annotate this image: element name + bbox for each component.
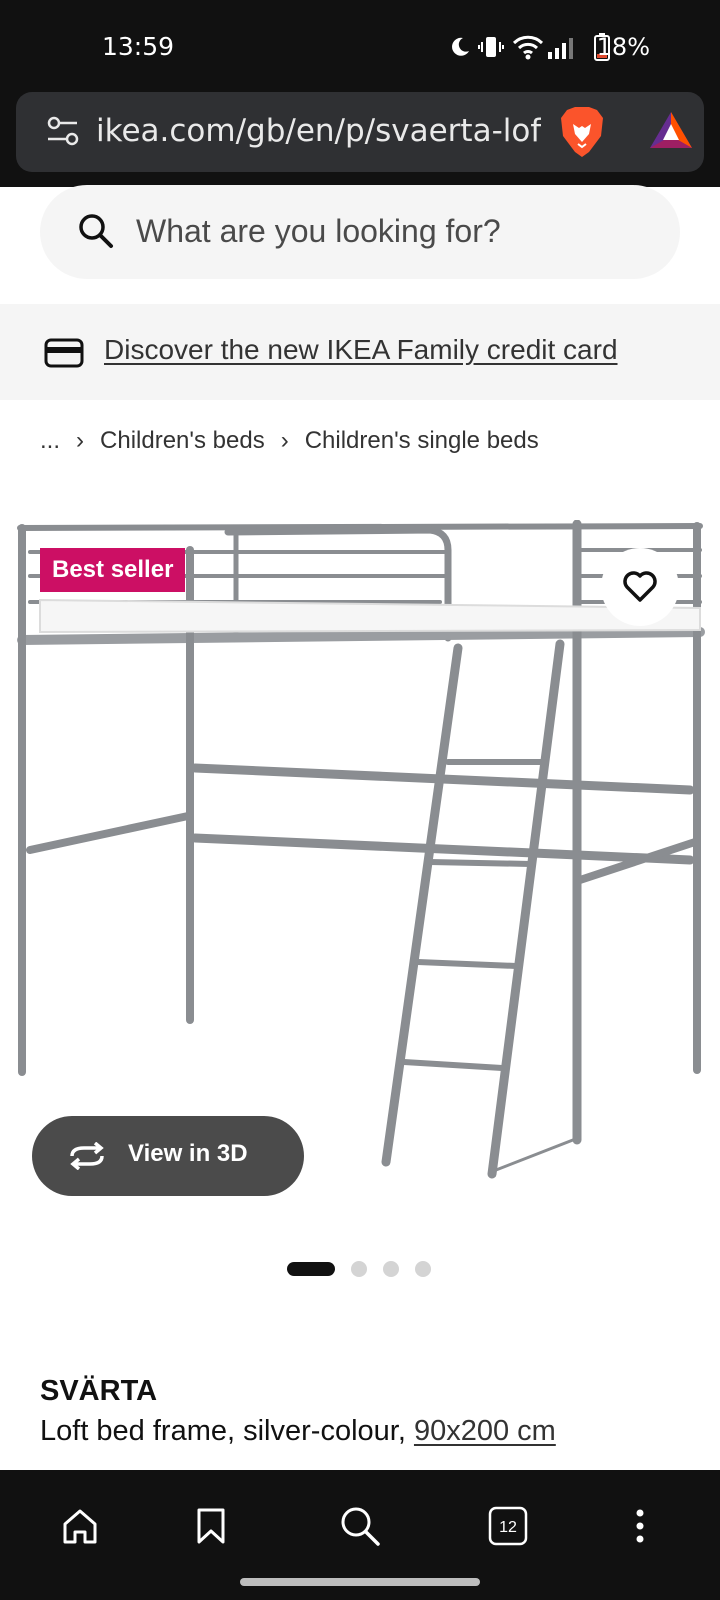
tabs-icon: 12 <box>488 1506 528 1546</box>
image-pagination <box>287 1261 447 1277</box>
breadcrumb-ellipsis[interactable]: ... <box>40 427 60 455</box>
more-icon <box>636 1509 644 1543</box>
favourite-button[interactable] <box>601 548 679 626</box>
vibrate-icon <box>478 37 504 57</box>
heart-icon <box>623 571 657 602</box>
more-menu-button[interactable] <box>612 1498 668 1554</box>
moon-icon <box>452 37 469 56</box>
url-text[interactable]: ikea.com/gb/en/p/svaerta-loft-b <box>96 113 541 149</box>
breadcrumb: ... › Children's beds › Children's singl… <box>40 427 539 455</box>
battery-percent: 18% <box>596 33 650 61</box>
search-button[interactable] <box>332 1498 388 1554</box>
chevron-right-icon: › <box>76 427 85 454</box>
search-input[interactable]: What are you looking for? <box>40 185 680 279</box>
pagination-dot[interactable] <box>415 1261 431 1277</box>
search-icon <box>79 214 113 248</box>
promo-banner: Discover the new IKEA Family credit card <box>0 304 720 400</box>
home-icon <box>63 1509 97 1544</box>
gesture-home-indicator[interactable] <box>240 1578 480 1586</box>
view-in-3d-label: View in 3D <box>128 1140 248 1167</box>
chevron-right-icon: › <box>280 427 289 454</box>
search-icon <box>341 1507 380 1546</box>
view-in-3d-button[interactable]: View in 3D <box>32 1116 304 1196</box>
status-bar: 13:59 18% <box>0 0 720 92</box>
credit-card-icon <box>44 338 84 368</box>
breadcrumb-childrens-beds[interactable]: Children's beds <box>100 427 265 455</box>
product-description-text: Loft bed frame, silver-colour, <box>40 1415 414 1447</box>
bookmark-icon <box>197 1508 225 1544</box>
search-placeholder: What are you looking for? <box>136 213 501 249</box>
pagination-dot[interactable] <box>383 1261 399 1277</box>
pagination-dot[interactable] <box>351 1261 367 1277</box>
wifi-icon <box>512 35 544 60</box>
signal-icon <box>548 38 573 59</box>
brave-lion-icon[interactable] <box>559 106 605 158</box>
product-description: Loft bed frame, silver-colour, 90x200 cm <box>40 1415 556 1448</box>
browser-toolbar: ikea.com/gb/en/p/svaerta-loft-b <box>0 92 720 187</box>
home-button[interactable] <box>52 1498 108 1554</box>
tabs-button[interactable]: 12 <box>480 1498 536 1554</box>
breadcrumb-childrens-single-beds[interactable]: Children's single beds <box>305 427 539 455</box>
bat-rewards-icon[interactable] <box>648 110 694 152</box>
best-seller-badge: Best seller <box>40 548 186 592</box>
bookmarks-button[interactable] <box>183 1498 239 1554</box>
product-size-link[interactable]: 90x200 cm <box>414 1415 556 1447</box>
product-name: SVÄRTA <box>40 1375 158 1407</box>
pagination-dot-active[interactable] <box>287 1262 335 1276</box>
browser-bottom-nav: 12 <box>0 1470 720 1600</box>
tab-count: 12 <box>499 1519 517 1536</box>
rotate-3d-icon <box>70 1142 104 1170</box>
address-bar[interactable]: ikea.com/gb/en/p/svaerta-loft-b <box>16 92 704 172</box>
tune-icon[interactable] <box>46 114 80 148</box>
status-time: 13:59 <box>102 32 175 61</box>
credit-card-promo-link[interactable]: Discover the new IKEA Family credit card <box>104 334 618 366</box>
product-image[interactable] <box>0 520 720 1210</box>
